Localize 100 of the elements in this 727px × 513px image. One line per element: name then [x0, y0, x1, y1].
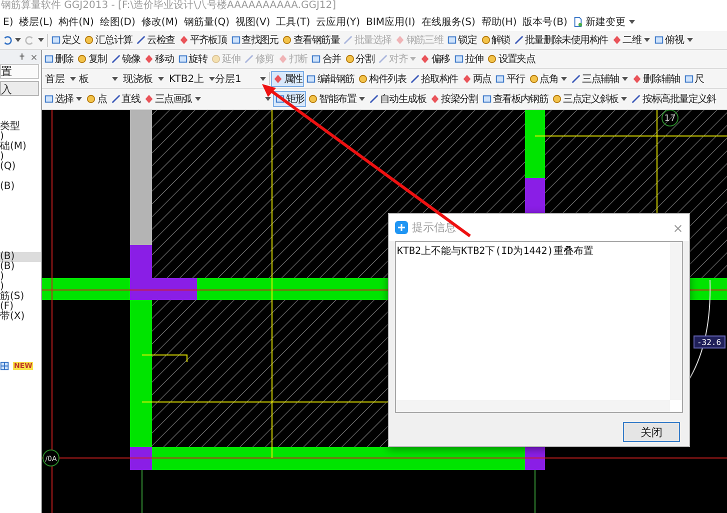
- toolbar-button[interactable]: 俯视: [652, 32, 695, 48]
- panel-tab[interactable]: 置: [0, 64, 39, 79]
- menu-item[interactable]: 云应用(Y): [313, 15, 364, 29]
- scrollbar[interactable]: [670, 242, 682, 400]
- tree-item[interactable]: (B): [0, 252, 41, 262]
- toolbar-button[interactable]: 分割: [342, 51, 376, 67]
- toolbar-button[interactable]: 汇总计算: [82, 32, 134, 48]
- undo-icon: [2, 34, 12, 46]
- menu-item[interactable]: 构件(N): [56, 15, 97, 29]
- axis-line: [534, 470, 536, 513]
- square-icon: [447, 34, 458, 46]
- tree-item[interactable]: (B): [0, 182, 41, 192]
- tree-item[interactable]: ): [0, 282, 41, 292]
- menu-item[interactable]: 新建变更: [570, 15, 638, 29]
- toolbar-button[interactable]: 自动生成板: [367, 91, 428, 107]
- tree-item[interactable]: 础(M): [0, 142, 41, 152]
- app-icon: [395, 221, 408, 234]
- menu-item[interactable]: 工具(T): [273, 15, 314, 29]
- toolbar-button[interactable]: 偏移: [418, 51, 452, 67]
- toolbar-button[interactable]: 云检查: [134, 32, 177, 48]
- panel-button[interactable]: 入: [0, 81, 39, 96]
- square-icon: [454, 53, 464, 65]
- toolbar-button[interactable]: 选择: [42, 91, 84, 107]
- toolbar-button[interactable]: 点: [84, 91, 109, 107]
- menu-item[interactable]: 楼层(L): [16, 15, 56, 29]
- square-icon: [306, 72, 316, 84]
- circle-icon: [344, 53, 355, 65]
- rebar-hook: [142, 354, 188, 362]
- diamond-icon: [273, 72, 283, 84]
- toolbar-button[interactable]: 删除: [42, 51, 76, 67]
- toolbar-button[interactable]: 直线: [108, 91, 142, 107]
- toolbar-button[interactable]: 解锁: [478, 32, 512, 48]
- tree-item[interactable]: ): [0, 272, 41, 282]
- toolbar-button[interactable]: 三点辅轴: [569, 70, 630, 86]
- toolbar-button[interactable]: 移动: [142, 51, 176, 67]
- circle-icon: [552, 93, 562, 105]
- diamond-icon: [278, 53, 288, 65]
- toolbar-button[interactable]: 合并: [309, 51, 343, 67]
- dropdown[interactable]: KTB2上: [166, 71, 212, 86]
- pencil-icon: [343, 34, 354, 46]
- tree-item[interactable]: ): [0, 152, 41, 162]
- tree-item[interactable]: (Q): [0, 162, 41, 172]
- toolbar-button[interactable]: 拉伸: [452, 51, 486, 67]
- toolbar-button[interactable]: 复制: [75, 51, 109, 67]
- toolbar-button[interactable]: 尺: [682, 70, 706, 86]
- menu-item[interactable]: E): [0, 16, 16, 28]
- menu-item[interactable]: 钢筋量(Q): [180, 15, 233, 29]
- circle-icon: [528, 72, 539, 84]
- toolbar-button[interactable]: 点角: [526, 70, 570, 86]
- toolbar-button[interactable]: 查看钢筋量: [280, 32, 342, 48]
- circle-icon: [86, 93, 96, 105]
- toolbar-button[interactable]: 平齐板顶: [176, 32, 229, 48]
- toolbar-button[interactable]: 三点画弧: [142, 91, 203, 107]
- menu-item[interactable]: 版本号(B): [520, 15, 570, 29]
- circle-icon: [358, 72, 368, 84]
- toolbar-button[interactable]: 删除辅轴: [630, 70, 682, 86]
- toolbar-button[interactable]: 按标高批量定义斜: [629, 91, 718, 107]
- toolbar-button[interactable]: 编辑钢筋: [304, 70, 356, 86]
- message-box[interactable]: KTB2上不能与KTB2下(ID为1442)重叠布置: [395, 241, 683, 413]
- diamond-icon: [395, 34, 406, 46]
- toolbar-button[interactable]: 旋转: [176, 51, 210, 67]
- toolbar-button[interactable]: 拾取构件: [408, 70, 460, 86]
- close-button[interactable]: 关闭: [623, 422, 680, 442]
- dropdown[interactable]: 板: [76, 71, 120, 86]
- toolbar-button[interactable]: 二维: [610, 32, 652, 48]
- tree-item[interactable]: 带(X): [0, 312, 41, 322]
- toolbar-button[interactable]: 定义: [49, 32, 82, 48]
- scrollbar[interactable]: [396, 400, 670, 412]
- caret-icon: [629, 20, 636, 24]
- toolbar-button[interactable]: 镜像: [108, 51, 142, 67]
- toolbar-button[interactable]: 智能布置: [306, 91, 368, 107]
- toolbar-button[interactable]: 设置夹点: [485, 51, 538, 67]
- toolbar-button[interactable]: 三点定义斜板: [550, 91, 630, 107]
- toolbar-button[interactable]: 构件列表: [356, 70, 408, 86]
- tree-item[interactable]: (B): [0, 262, 41, 272]
- toolbar-button[interactable]: 查找图元: [228, 32, 280, 48]
- tree-item[interactable]: 类型: [0, 122, 41, 132]
- tree-item[interactable]: 筋(S): [0, 292, 41, 302]
- toolbar-button[interactable]: 按梁分割: [428, 91, 480, 107]
- menu-item[interactable]: 视图(V): [232, 15, 274, 29]
- dropdown[interactable]: 分层1: [212, 71, 268, 86]
- menu-item[interactable]: 修改(M): [138, 15, 181, 29]
- menu-item[interactable]: 在线服务(S): [418, 15, 478, 29]
- caret-icon: [38, 38, 44, 42]
- menu-item[interactable]: 帮助(H): [478, 15, 520, 29]
- caret-icon: [158, 76, 164, 80]
- grid-icon: [0, 360, 10, 372]
- tree-item[interactable]: ): [0, 132, 41, 142]
- toolbar-button[interactable]: 两点: [460, 70, 494, 86]
- menu-item[interactable]: BIM应用(I): [363, 15, 418, 29]
- tree-item[interactable]: (F): [0, 302, 41, 312]
- dropdown[interactable]: 现浇板: [120, 71, 166, 86]
- toolbar-button[interactable]: 查看板内钢筋: [480, 91, 550, 107]
- diamond-icon: [632, 72, 642, 84]
- toolbar-button[interactable]: 平行: [493, 70, 527, 86]
- dropdown[interactable]: 首层: [42, 71, 76, 86]
- toolbar-button[interactable]: 批量删除未使用构件: [512, 32, 610, 48]
- toolbar-button[interactable]: 属性: [271, 70, 304, 86]
- toolbar-button[interactable]: 锁定: [445, 32, 478, 48]
- menu-item[interactable]: 绘图(D): [96, 15, 138, 29]
